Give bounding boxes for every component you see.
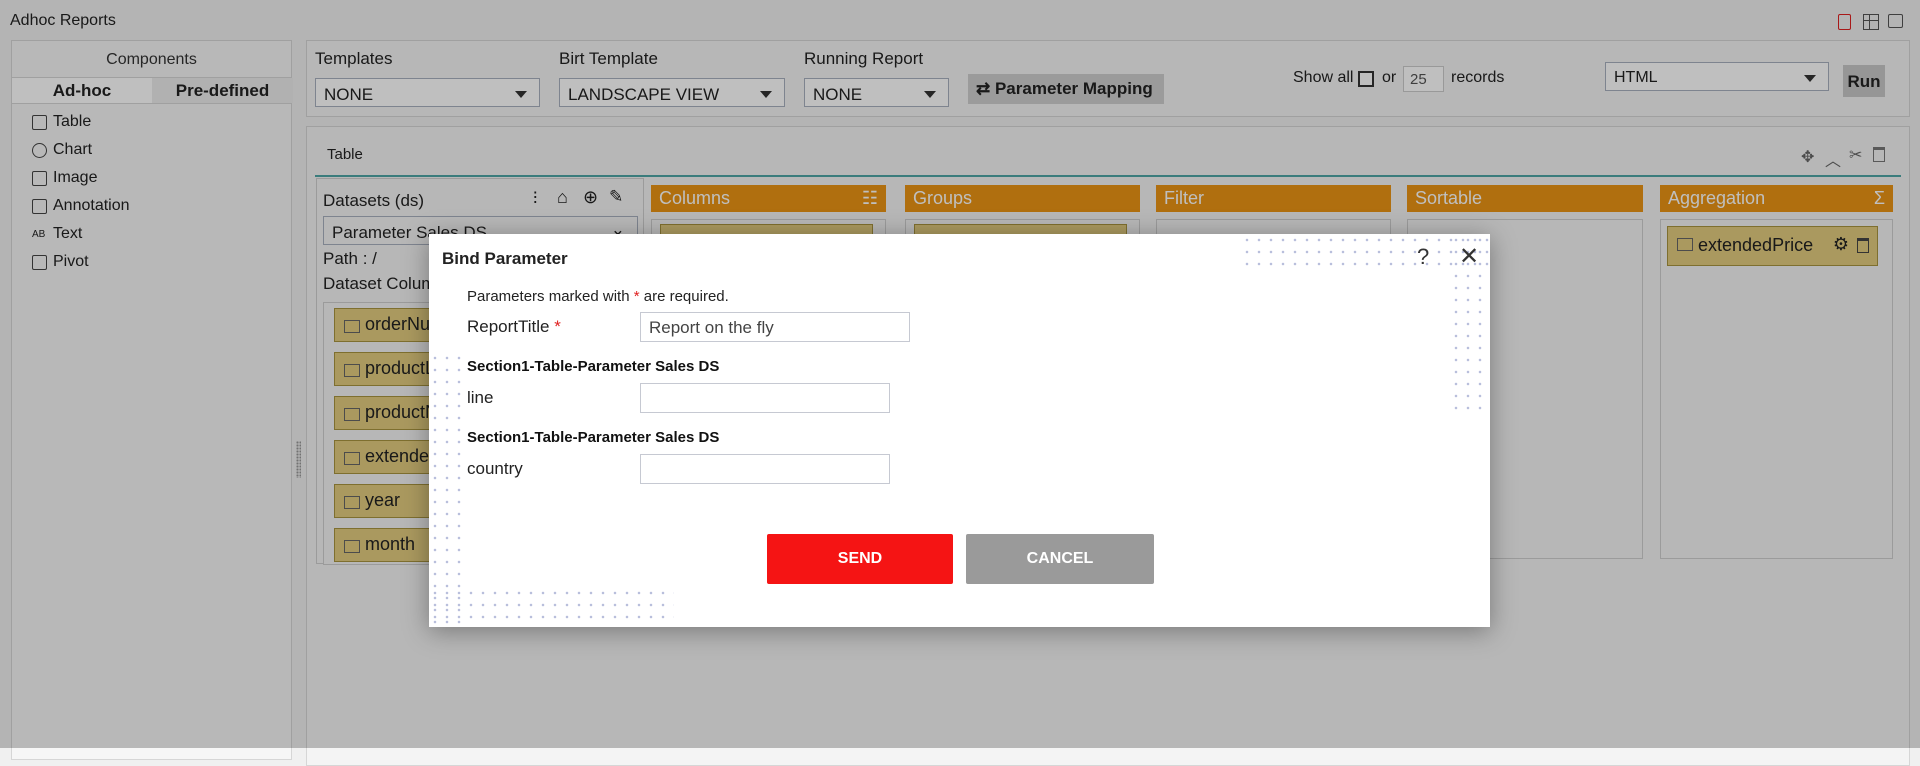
country-input[interactable]: [640, 454, 890, 484]
dialog-title: Bind Parameter: [442, 249, 568, 268]
cancel-button[interactable]: CANCEL: [966, 534, 1154, 584]
required-note: Parameters marked with * are required.: [467, 288, 729, 305]
report-title-input[interactable]: Report on the fly: [640, 312, 910, 342]
country-label: country: [467, 459, 523, 478]
close-icon[interactable]: ✕: [1459, 242, 1479, 271]
section-heading: Section1-Table-Parameter Sales DS: [467, 358, 720, 375]
send-button[interactable]: SEND: [767, 534, 953, 584]
report-title-label: ReportTitle *: [467, 317, 561, 336]
line-input[interactable]: [640, 383, 890, 413]
help-icon[interactable]: ?: [1417, 244, 1429, 270]
line-label: line: [467, 388, 494, 407]
section-heading: Section1-Table-Parameter Sales DS: [467, 429, 720, 446]
bind-parameter-dialog: Bind Parameter ? ✕ Parameters marked wit…: [429, 234, 1490, 627]
